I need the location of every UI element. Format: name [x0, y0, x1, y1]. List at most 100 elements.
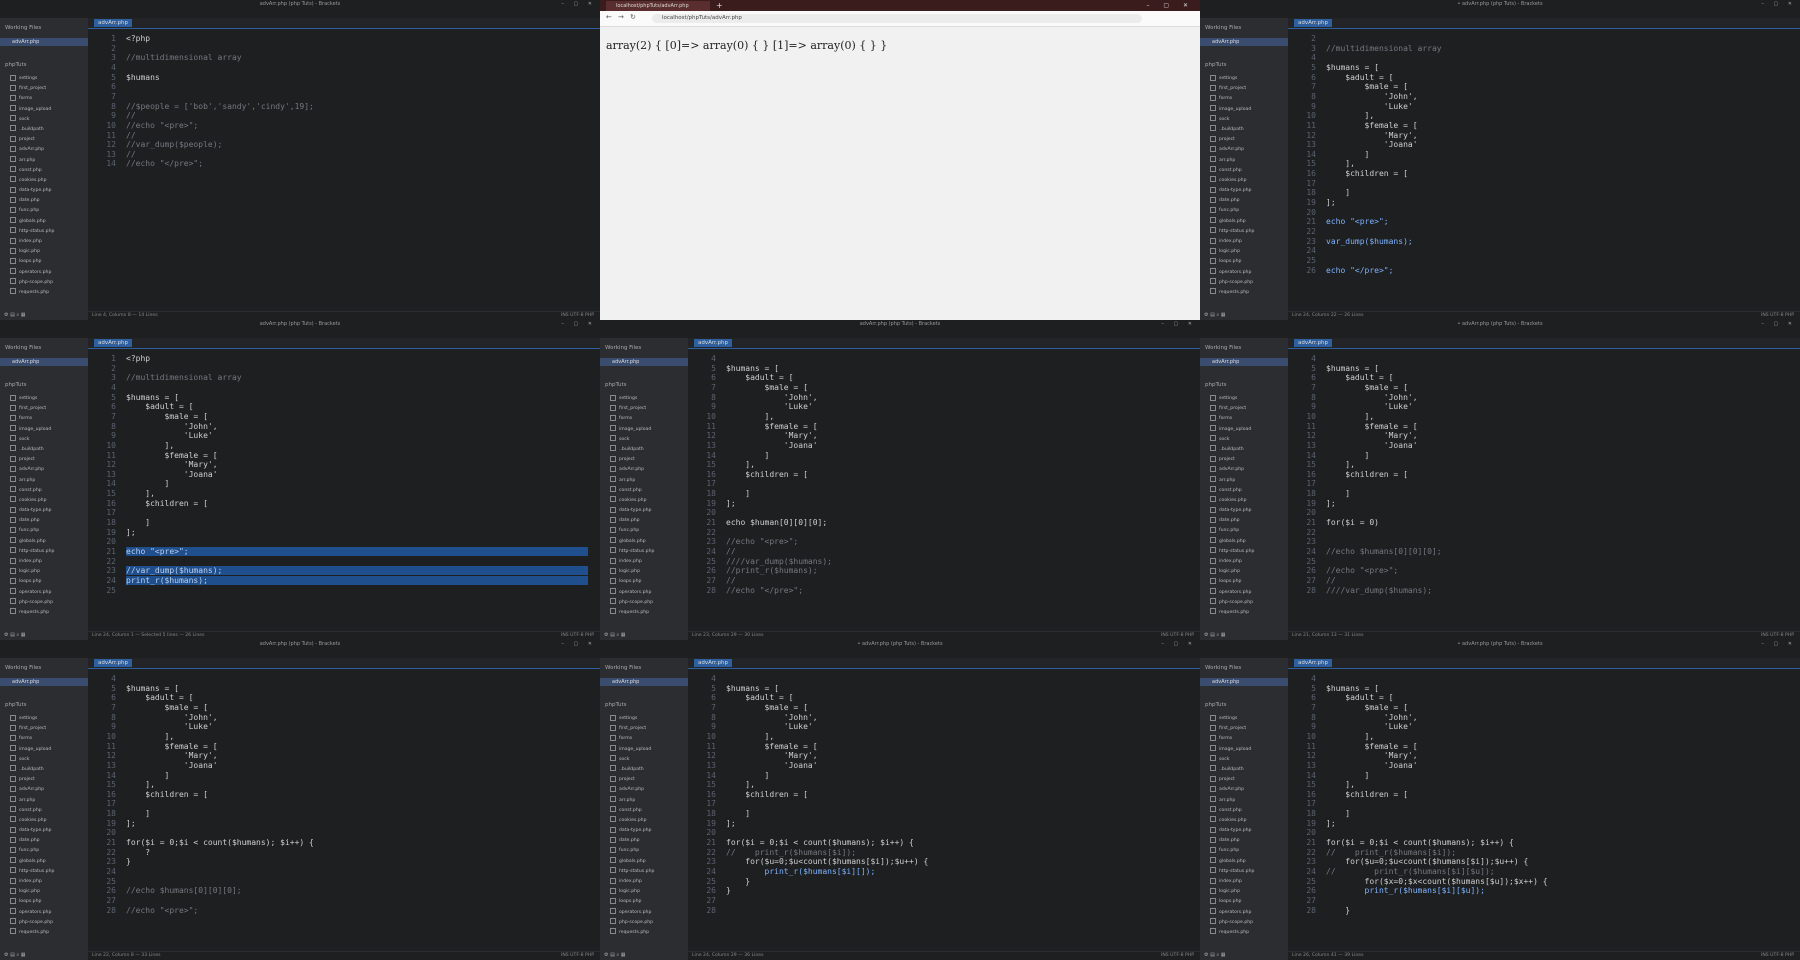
editor-tab[interactable]: advArr.php: [694, 339, 733, 347]
file-tree-item[interactable]: sock: [600, 755, 688, 765]
file-tree-item[interactable]: cookies.php: [1200, 176, 1288, 186]
working-file-item[interactable]: advArr.php: [600, 678, 688, 686]
file-tree-item[interactable]: loops.php: [600, 577, 688, 587]
file-tree-item[interactable]: forms: [600, 414, 688, 424]
editor-tab[interactable]: advArr.php: [1294, 659, 1333, 667]
file-tree-item[interactable]: loops.php: [0, 577, 88, 587]
file-tree-item[interactable]: advArr.php: [0, 465, 88, 475]
file-tree-item[interactable]: php-scope.php: [0, 278, 88, 288]
file-tree-item[interactable]: sock: [1200, 755, 1288, 765]
working-file-item[interactable]: advArr.php: [0, 38, 88, 46]
file-tree-item[interactable]: forms: [0, 734, 88, 744]
address-bar[interactable]: localhost/phpTuts/advArr.php: [652, 14, 1142, 23]
file-tree-item[interactable]: php-scope.php: [0, 918, 88, 928]
file-tree-item[interactable]: globals.php: [1200, 537, 1288, 547]
file-tree-item[interactable]: project: [0, 455, 88, 465]
file-tree-item[interactable]: logic.php: [600, 887, 688, 897]
working-file-item[interactable]: advArr.php: [0, 358, 88, 366]
file-tree-item[interactable]: http-status.php: [0, 227, 88, 237]
file-tree-item[interactable]: first_project: [0, 724, 88, 734]
file-tree-item[interactable]: first_project: [1200, 724, 1288, 734]
file-tree-item[interactable]: index.php: [1200, 237, 1288, 247]
file-tree-item[interactable]: sock: [1200, 435, 1288, 445]
file-tree-item[interactable]: image_upload: [0, 745, 88, 755]
file-tree-item[interactable]: arr.php: [0, 156, 88, 166]
file-tree-item[interactable]: forms: [600, 734, 688, 744]
file-tree-item[interactable]: project: [600, 775, 688, 785]
code-editor[interactable]: 4 5 $humans = [6 $adult = [7 $male = [8 'J…: [688, 668, 1200, 951]
file-tree-item[interactable]: loops.php: [600, 897, 688, 907]
file-tree-item[interactable]: settings: [1200, 74, 1288, 84]
project-dropdown[interactable]: phpTuts: [600, 686, 688, 714]
window-controls[interactable]: – ▢ ✕: [1161, 320, 1196, 329]
file-tree-item[interactable]: sock: [1200, 115, 1288, 125]
project-dropdown[interactable]: phpTuts: [1200, 366, 1288, 394]
file-tree-item[interactable]: forms: [0, 414, 88, 424]
working-file-item[interactable]: advArr.php: [1200, 678, 1288, 686]
file-tree-item[interactable]: project: [0, 775, 88, 785]
file-tree-item[interactable]: project: [1200, 455, 1288, 465]
file-tree-item[interactable]: sock: [0, 115, 88, 125]
file-tree-item[interactable]: image_upload: [0, 105, 88, 115]
file-tree-item[interactable]: first_project: [1200, 84, 1288, 94]
editor-tab[interactable]: advArr.php: [94, 659, 133, 667]
file-tree-item[interactable]: loops.php: [1200, 257, 1288, 267]
file-tree-item[interactable]: globals.php: [1200, 217, 1288, 227]
file-tree-item[interactable]: cookies.php: [1200, 816, 1288, 826]
file-tree-item[interactable]: data-type.php: [1200, 506, 1288, 516]
file-tree-item[interactable]: first_project: [1200, 404, 1288, 414]
file-tree-item[interactable]: operators.php: [0, 268, 88, 278]
file-tree-item[interactable]: loops.php: [0, 257, 88, 267]
file-tree-item[interactable]: image_upload: [600, 425, 688, 435]
file-tree-item[interactable]: project: [1200, 135, 1288, 145]
file-tree-item[interactable]: project: [600, 455, 688, 465]
file-tree-item[interactable]: first_project: [0, 84, 88, 94]
code-editor[interactable]: 4 5 $humans = [6 $adult = [7 $male = [8 'J…: [88, 668, 600, 951]
code-editor[interactable]: 4 5 $humans = [6 $adult = [7 $male = [8 'J…: [1288, 348, 1800, 631]
file-tree-item[interactable]: project: [0, 135, 88, 145]
file-tree-item[interactable]: data-type.php: [1200, 186, 1288, 196]
file-tree-item[interactable]: image_upload: [1200, 425, 1288, 435]
file-tree-item[interactable]: ..buildpath: [1200, 125, 1288, 135]
file-tree-item[interactable]: settings: [0, 714, 88, 724]
file-tree-item[interactable]: settings: [600, 394, 688, 404]
file-tree-item[interactable]: settings: [600, 714, 688, 724]
file-tree-item[interactable]: advArr.php: [1200, 785, 1288, 795]
file-tree-item[interactable]: php-scope.php: [0, 598, 88, 608]
file-tree-item[interactable]: data-type.php: [0, 186, 88, 196]
file-tree-item[interactable]: first_project: [0, 404, 88, 414]
forward-icon[interactable]: →: [618, 13, 624, 21]
file-tree-item[interactable]: arr.php: [600, 476, 688, 486]
file-tree-item[interactable]: requests.php: [1200, 928, 1288, 938]
file-tree-item[interactable]: date.php: [600, 516, 688, 526]
file-tree-item[interactable]: advArr.php: [0, 145, 88, 155]
file-tree-item[interactable]: image_upload: [0, 425, 88, 435]
file-tree-item[interactable]: globals.php: [1200, 857, 1288, 867]
file-tree-item[interactable]: advArr.php: [600, 465, 688, 475]
reload-icon[interactable]: ↻: [630, 13, 636, 21]
file-tree-item[interactable]: index.php: [600, 877, 688, 887]
file-tree-item[interactable]: globals.php: [0, 857, 88, 867]
file-tree-item[interactable]: func.php: [0, 206, 88, 216]
file-tree-item[interactable]: const.php: [0, 806, 88, 816]
working-file-item[interactable]: advArr.php: [1200, 38, 1288, 46]
file-tree-item[interactable]: ..buildpath: [600, 765, 688, 775]
file-tree-item[interactable]: func.php: [0, 526, 88, 536]
file-tree-item[interactable]: php-scope.php: [1200, 918, 1288, 928]
file-tree-item[interactable]: image_upload: [600, 745, 688, 755]
file-tree-item[interactable]: globals.php: [600, 537, 688, 547]
file-tree-item[interactable]: cookies.php: [0, 496, 88, 506]
file-tree-item[interactable]: requests.php: [1200, 608, 1288, 618]
file-tree-item[interactable]: loops.php: [1200, 577, 1288, 587]
file-tree-item[interactable]: logic.php: [0, 887, 88, 897]
editor-tab[interactable]: advArr.php: [694, 659, 733, 667]
back-icon[interactable]: ←: [606, 13, 612, 21]
file-tree-item[interactable]: operators.php: [600, 588, 688, 598]
file-tree-item[interactable]: arr.php: [0, 476, 88, 486]
file-tree-item[interactable]: index.php: [1200, 877, 1288, 887]
window-controls[interactable]: – ▢ ✕: [561, 640, 596, 649]
file-tree-item[interactable]: const.php: [1200, 806, 1288, 816]
file-tree-item[interactable]: const.php: [0, 486, 88, 496]
file-tree-item[interactable]: arr.php: [1200, 476, 1288, 486]
file-tree-item[interactable]: operators.php: [0, 588, 88, 598]
